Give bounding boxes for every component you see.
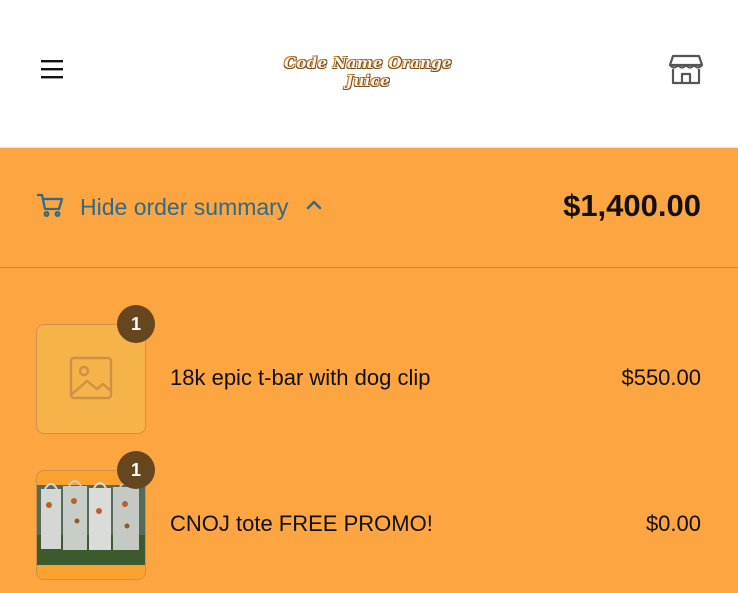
list-item: 1 18k epic t-bar with dog clip $550.00 [0,305,738,434]
order-total: $1,400.00 [563,188,701,223]
order-items-list: 1 18k epic t-bar with dog clip $550.00 1… [0,268,738,593]
product-name: CNOJ tote FREE PROMO! [170,511,433,536]
product-name: 18k epic t-bar with dog clip [170,365,431,390]
product-price: $550.00 [621,365,701,390]
site-header: Code Name Orange Juice [0,0,738,148]
storefront-icon[interactable] [668,52,704,86]
order-summary-toggle[interactable]: Hide order summary [36,190,322,224]
quantity-badge: 1 [117,305,155,343]
store-logo[interactable]: Code Name Orange Juice [268,54,468,90]
hamburger-menu-icon[interactable] [38,56,66,82]
product-price: $0.00 [645,511,701,536]
list-item: 1 CNOJ tote FREE PROMO! $0.00 [0,451,738,580]
quantity-badge: 1 [117,451,155,489]
cart-icon [36,192,64,223]
toggle-label: Hide order summary [80,193,289,220]
chevron-up-icon [306,198,322,216]
